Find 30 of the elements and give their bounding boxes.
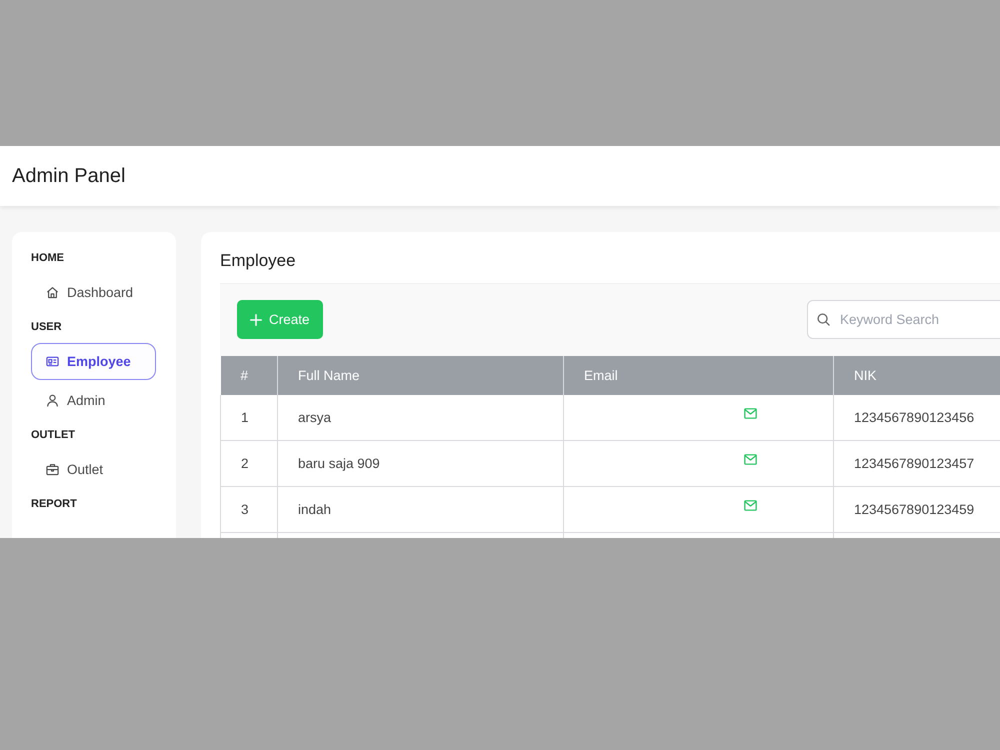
column-header: Full Name — [278, 356, 564, 395]
nav-item[interactable]: Employee — [31, 343, 156, 380]
column-header: NIK — [834, 356, 1000, 395]
nav-item[interactable]: Admin — [31, 382, 156, 419]
app-title: Admin Panel — [12, 164, 126, 188]
nav-item[interactable]: Dashboard — [31, 274, 156, 311]
column-header: Email — [564, 356, 834, 395]
envelope-icon — [744, 500, 757, 511]
id-card-icon — [46, 355, 59, 368]
table-cell: arsya — [278, 395, 564, 440]
plus-icon — [250, 314, 262, 326]
section-heading: OUTLET — [31, 428, 76, 443]
table-cell: 2 — [220, 440, 278, 486]
section-heading: REPORT — [31, 497, 78, 512]
section-heading: HOME — [31, 251, 65, 266]
person-icon — [46, 394, 59, 407]
column-header: # — [220, 356, 278, 395]
nav-item[interactable]: Outlet — [31, 451, 156, 488]
house-icon — [46, 286, 59, 299]
envelope-icon — [744, 454, 757, 465]
envelope-icon — [744, 408, 757, 419]
table-cell: 1 — [220, 395, 278, 440]
table-cell: baru saja 909 — [278, 440, 564, 486]
table-cell: indah — [278, 486, 564, 532]
search-field[interactable]: Keyword Search — [807, 300, 1000, 339]
table-cell: 3 — [220, 486, 278, 532]
search-icon — [817, 313, 830, 326]
page-title: Employee — [220, 250, 297, 272]
briefcase-icon — [46, 463, 59, 476]
section-heading: USER — [31, 320, 63, 335]
